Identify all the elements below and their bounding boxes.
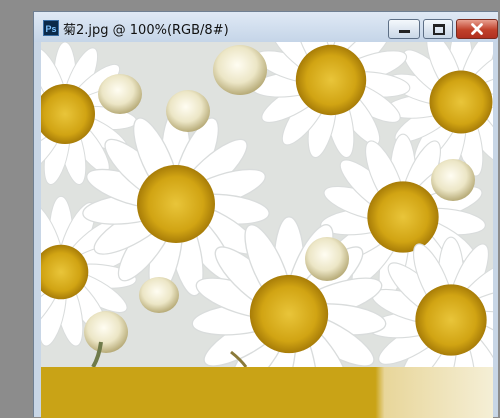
title-bar[interactable]: Ps 菊2.jpg @ 100%(RGB/8#) xyxy=(34,12,498,42)
daisy-photo xyxy=(41,42,493,367)
close-button[interactable] xyxy=(456,19,498,39)
gold-color-band xyxy=(41,367,493,418)
document-window: Ps 菊2.jpg @ 100%(RGB/8#) xyxy=(33,11,498,418)
maximize-icon xyxy=(433,24,445,35)
close-icon xyxy=(471,23,483,35)
document-title: 菊2.jpg @ 100%(RGB/8#) xyxy=(63,23,229,38)
minimize-button[interactable] xyxy=(388,19,420,39)
maximize-button[interactable] xyxy=(423,19,453,39)
photoshop-document-icon: Ps xyxy=(43,20,59,36)
minimize-icon xyxy=(399,30,410,33)
document-canvas[interactable] xyxy=(41,42,493,418)
